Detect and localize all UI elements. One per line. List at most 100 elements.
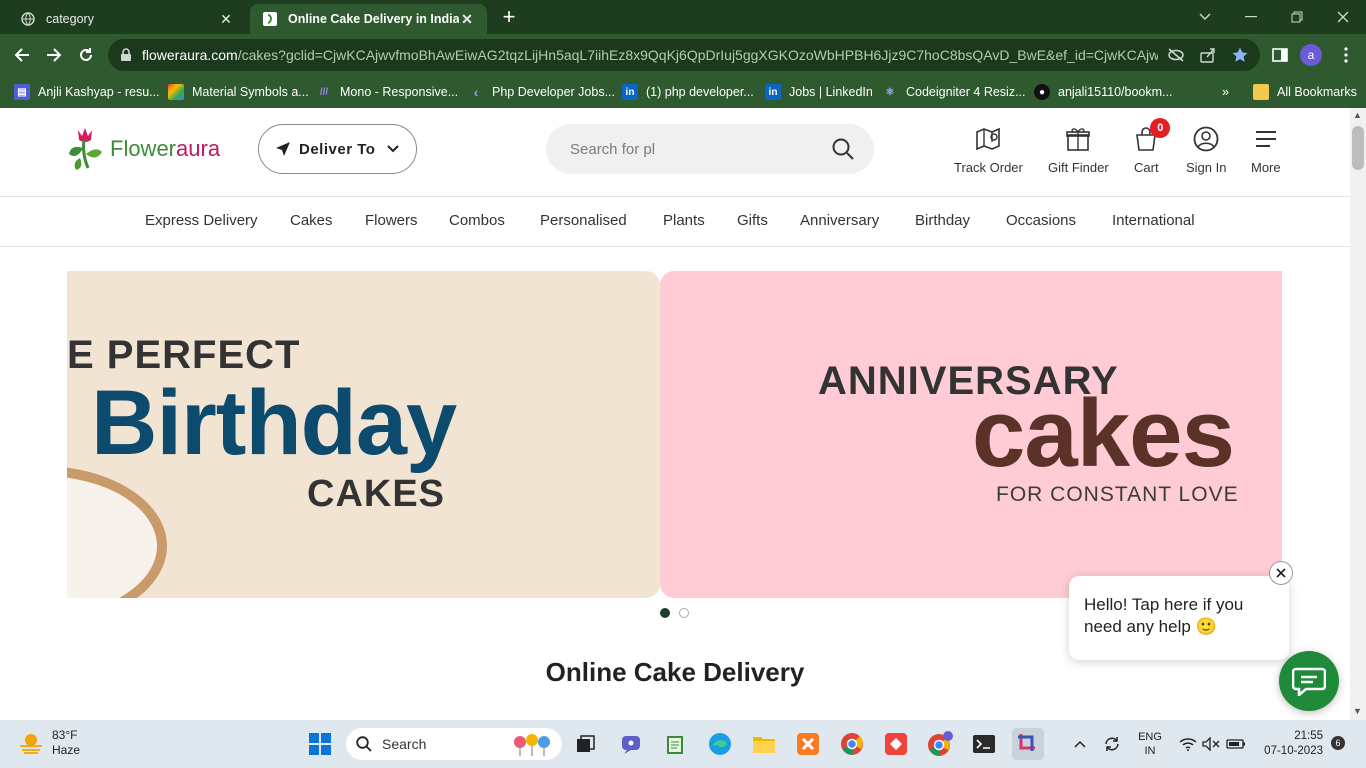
wifi-icon[interactable] <box>1178 728 1198 760</box>
more-button[interactable]: More <box>1251 124 1281 175</box>
restore-icon[interactable] <box>1274 0 1320 34</box>
bookmark-item[interactable]: ▤ Anjli Kashyap - resu... <box>14 83 160 101</box>
tab-category[interactable]: category ✕ <box>8 4 246 34</box>
weather-widget[interactable]: 83°F Haze <box>18 728 80 758</box>
edge-browser-icon[interactable] <box>704 728 736 760</box>
battery-icon[interactable] <box>1225 728 1247 760</box>
bookmark-item[interactable]: ● anjali15110/bookm... <box>1034 83 1172 101</box>
nav-combos[interactable]: Combos <box>449 212 505 229</box>
sign-in-button[interactable]: Sign In <box>1186 124 1226 175</box>
teams-chat-icon[interactable] <box>616 728 648 760</box>
google-material-icon <box>168 84 184 100</box>
tab-search-icon[interactable] <box>1182 0 1228 34</box>
nav-anniversary[interactable]: Anniversary <box>800 212 879 229</box>
nav-express-delivery[interactable]: Express Delivery <box>145 212 258 229</box>
terminal-icon[interactable] <box>968 728 1000 760</box>
balloons-icon <box>512 732 556 759</box>
file-explorer-icon[interactable] <box>748 728 780 760</box>
nav-international[interactable]: International <box>1112 212 1195 229</box>
carousel-dot[interactable] <box>679 608 689 618</box>
back-arrow-icon[interactable] <box>10 43 34 67</box>
task-view-icon[interactable] <box>570 728 602 760</box>
anydesk-icon[interactable] <box>880 728 912 760</box>
bookmark-item[interactable]: in (1) php developer... <box>622 83 754 101</box>
user-icon <box>1193 124 1219 154</box>
bookmark-item[interactable]: ⚛ Codeigniter 4 Resiz... <box>882 83 1026 101</box>
share-icon[interactable] <box>1196 43 1220 67</box>
bookmark-item[interactable]: in Jobs | LinkedIn <box>765 83 873 101</box>
webpage: Floweraura Deliver To Track Order Gift F… <box>0 108 1350 720</box>
tab-online-cake-delivery[interactable]: Online Cake Delivery in India | C ✕ <box>250 4 487 34</box>
minimize-icon[interactable] <box>1228 0 1274 34</box>
track-order-label: Track Order <box>954 160 1023 175</box>
new-tab-button[interactable]: + <box>498 4 520 30</box>
nav-cakes[interactable]: Cakes <box>290 212 333 229</box>
nav-gifts[interactable]: Gifts <box>737 212 768 229</box>
nav-personalised[interactable]: Personalised <box>540 212 627 229</box>
close-tab-icon[interactable]: ✕ <box>459 11 475 28</box>
close-icon[interactable] <box>1269 561 1293 585</box>
taskbar-search[interactable]: Search <box>346 728 562 760</box>
chat-launcher-button[interactable] <box>1279 651 1339 711</box>
site-info-icon[interactable] <box>120 48 132 65</box>
chat-prompt-bubble[interactable]: Hello! Tap here if you need any help 🙂 <box>1069 576 1289 660</box>
bookmark-item[interactable]: Material Symbols a... <box>168 83 309 101</box>
track-order-button[interactable]: Track Order <box>954 124 1023 175</box>
close-window-icon[interactable] <box>1320 0 1366 34</box>
notification-count-badge[interactable]: 6 <box>1331 736 1345 750</box>
url-path: /cakes?gclid=CjwKCAjwvfmoBhAwEiwAG2tqzLi… <box>237 47 1158 63</box>
banner-birthday-cakes[interactable]: E PERFECT Birthday CAKES <box>67 271 660 598</box>
bookmark-item[interactable]: ‹ Php Developer Jobs... <box>468 83 615 101</box>
sign-in-label: Sign In <box>1186 160 1227 175</box>
cart-button[interactable]: 0 Cart <box>1134 118 1171 175</box>
banner-line: CAKES <box>307 473 446 515</box>
xampp-icon[interactable] <box>792 728 824 760</box>
close-tab-icon[interactable]: ✕ <box>218 11 234 28</box>
system-clock[interactable]: 21:55 07-10-2023 <box>1253 729 1323 759</box>
show-hidden-icons-chevron-icon[interactable] <box>1070 728 1090 760</box>
incognito-eye-off-icon[interactable] <box>1164 43 1188 67</box>
chrome-icon[interactable] <box>836 728 868 760</box>
language-indicator[interactable]: ENG IN <box>1134 728 1166 760</box>
nav-occasions[interactable]: Occasions <box>1006 212 1076 229</box>
volume-muted-icon[interactable] <box>1201 728 1221 760</box>
github-icon: ● <box>1034 84 1050 100</box>
snipping-tool-icon[interactable] <box>1012 728 1044 760</box>
search-input[interactable] <box>570 140 810 158</box>
banner-anniversary-cakes[interactable]: ANNIVERSARY cakes FOR CONSTANT LOVE <box>660 271 1282 598</box>
carousel-pagination <box>660 608 689 618</box>
browser-tab-strip: category ✕ Online Cake Delivery in India… <box>0 0 1366 34</box>
nav-flowers[interactable]: Flowers <box>365 212 418 229</box>
address-bar[interactable]: floweraura.com /cakes?gclid=CjwKCAjwvfmo… <box>108 39 1260 71</box>
more-bookmarks-chevron-icon[interactable]: » <box>1222 83 1229 101</box>
bookmark-item[interactable]: /// Mono - Responsive... <box>316 83 458 101</box>
all-bookmarks-folder[interactable]: All Bookmarks <box>1253 83 1357 101</box>
chrome-profile-icon[interactable] <box>924 728 956 760</box>
kebab-menu-icon[interactable] <box>1334 43 1358 67</box>
scrollbar-thumb[interactable] <box>1352 126 1364 170</box>
floweraura-logo[interactable]: Floweraura <box>66 124 220 174</box>
bookmark-star-icon[interactable] <box>1228 43 1252 67</box>
scroll-down-icon[interactable]: ▼ <box>1353 706 1362 716</box>
taskbar-search-label: Search <box>382 736 427 752</box>
side-panel-icon[interactable] <box>1268 43 1292 67</box>
forward-arrow-icon[interactable] <box>42 43 66 67</box>
nav-plants[interactable]: Plants <box>663 212 705 229</box>
scroll-up-icon[interactable]: ▲ <box>1353 110 1362 120</box>
doc-icon: ▤ <box>14 84 30 100</box>
search-icon[interactable] <box>832 138 854 165</box>
gift-finder-label: Gift Finder <box>1048 160 1109 175</box>
chevron-left-icon: ‹ <box>473 84 479 100</box>
gift-finder-button[interactable]: Gift Finder <box>1048 124 1109 175</box>
notepad-app-icon[interactable] <box>660 728 692 760</box>
nav-birthday[interactable]: Birthday <box>915 212 970 229</box>
carousel-dot-active[interactable] <box>660 608 670 618</box>
windows-start-icon[interactable] <box>304 728 336 760</box>
tab-title: Online Cake Delivery in India | C <box>288 12 459 26</box>
profile-avatar[interactable]: a <box>1300 44 1322 66</box>
page-scrollbar[interactable]: ▲ ▼ <box>1350 108 1366 720</box>
reload-icon[interactable] <box>74 43 98 67</box>
sync-icon[interactable] <box>1100 728 1124 760</box>
page-title: Online Cake Delivery <box>545 657 805 687</box>
deliver-to-button[interactable]: Deliver To <box>258 124 417 174</box>
